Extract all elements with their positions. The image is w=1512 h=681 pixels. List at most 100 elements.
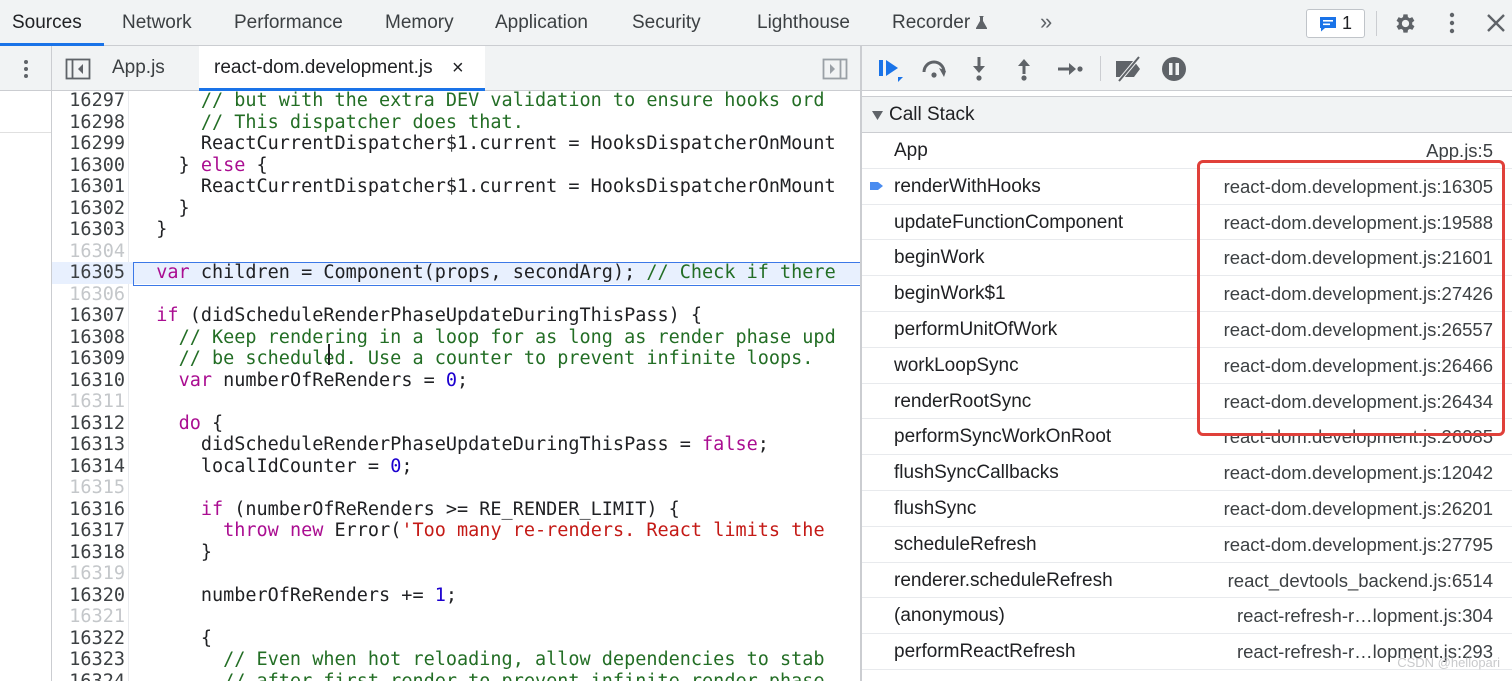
tab-application[interactable]: Application (495, 0, 588, 46)
step-out-icon[interactable] (1012, 55, 1036, 83)
file-tab-app-js[interactable]: App.js (112, 46, 165, 91)
step-over-icon[interactable] (920, 55, 950, 83)
line-number[interactable]: 16308 (52, 327, 125, 349)
call-stack-header[interactable]: Call Stack (862, 96, 1512, 133)
code-line[interactable]: 16312 do { (52, 413, 860, 435)
code-line[interactable]: 16316 if (numberOfReRenders >= RE_RENDER… (52, 499, 860, 521)
step-into-icon[interactable] (967, 55, 991, 83)
navigator-pane (0, 46, 52, 681)
line-number[interactable]: 16304 (52, 241, 125, 263)
pause-on-exceptions-icon[interactable] (1160, 55, 1188, 83)
code-line[interactable]: 16313 didScheduleRenderPhaseUpdateDuring… (52, 434, 860, 456)
code-editor[interactable]: 16297 // but with the extra DEV validati… (52, 91, 860, 681)
line-number[interactable]: 16322 (52, 628, 125, 650)
line-number[interactable]: 16317 (52, 520, 125, 542)
line-number[interactable]: 16310 (52, 370, 125, 392)
code-line[interactable]: 16297 // but with the extra DEV validati… (52, 91, 860, 112)
code-line[interactable]: 16310 var numberOfReRenders = 0; (52, 370, 860, 392)
line-number[interactable]: 16321 (52, 606, 125, 628)
code-line[interactable]: 16324 // after first render to prevent i… (52, 671, 860, 681)
tab-security[interactable]: Security (632, 0, 701, 46)
code-line[interactable]: 16304 (52, 241, 860, 263)
line-number[interactable]: 16305 (52, 262, 125, 284)
code-line[interactable]: 16298 // This dispatcher does that. (52, 112, 860, 134)
code-line[interactable]: 16300 } else { (52, 155, 860, 177)
tab-recorder[interactable]: Recorder (892, 0, 988, 46)
tab-network[interactable]: Network (122, 0, 192, 46)
call-frame[interactable]: (anonymous) react-refresh-r…lopment.js:30… (862, 598, 1512, 635)
kebab-icon[interactable] (17, 58, 35, 80)
code-line[interactable]: 16322 { (52, 628, 860, 650)
line-number[interactable]: 16298 (52, 112, 125, 134)
line-number[interactable]: 16316 (52, 499, 125, 521)
close-icon[interactable] (1485, 12, 1507, 34)
line-number[interactable]: 16324 (52, 671, 125, 681)
code-line[interactable]: 16306 (52, 284, 860, 306)
code-line[interactable]: 16319 (52, 563, 860, 585)
line-number[interactable]: 16312 (52, 413, 125, 435)
code-line-current[interactable]: 16305 var children = Component(props, se… (52, 262, 860, 285)
file-tab-react-dom[interactable]: react-dom.development.js (214, 46, 433, 91)
code-line[interactable]: 16308 // Keep rendering in a loop for as… (52, 327, 860, 349)
tab-lighthouse[interactable]: Lighthouse (757, 0, 850, 46)
kebab-icon[interactable] (1440, 11, 1464, 35)
line-number[interactable]: 16323 (52, 649, 125, 671)
more-tabs-button[interactable]: » (1040, 0, 1052, 46)
call-frame[interactable]: renderer.scheduleRefresh react_devtools_b… (862, 562, 1512, 599)
code-line[interactable]: 16309 // be scheduled. Use a counter to … (52, 348, 860, 370)
resume-icon[interactable] (876, 55, 906, 83)
call-frame[interactable]: scheduleRefresh react-dom.development.js:… (862, 526, 1512, 563)
issues-button[interactable]: 1 (1306, 9, 1365, 38)
code-token: ; (445, 584, 458, 606)
code-line[interactable]: 16318 } (52, 542, 860, 564)
call-frame[interactable]: flushSync react-dom.development.js:26201 (862, 491, 1512, 527)
gear-icon[interactable] (1393, 11, 1418, 36)
line-number[interactable]: 16307 (52, 305, 125, 327)
line-number[interactable]: 16315 (52, 477, 125, 499)
code-line[interactable]: 16320 numberOfReRenders += 1; (52, 585, 860, 607)
line-number[interactable]: 16313 (52, 434, 125, 456)
code-line[interactable]: 16303 } (52, 219, 860, 241)
step-icon[interactable] (1056, 55, 1084, 83)
code-line[interactable]: 16311 (52, 391, 860, 413)
code-line[interactable]: 16301 ReactCurrentDispatcher$1.current =… (52, 176, 860, 198)
line-number[interactable]: 16301 (52, 176, 125, 198)
call-frame-location-link[interactable]: react-dom.development.js:26201 (1224, 491, 1493, 526)
tab-sources[interactable]: Sources (12, 0, 82, 46)
code-line[interactable]: 16307 if (didScheduleRenderPhaseUpdateDu… (52, 305, 860, 327)
tab-memory[interactable]: Memory (385, 0, 454, 46)
deactivate-breakpoints-icon[interactable] (1113, 55, 1145, 83)
call-frame-location-link[interactable]: react-dom.development.js:12042 (1224, 455, 1493, 490)
code-line[interactable]: 16323 // Even when hot reloading, allow … (52, 649, 860, 671)
call-frame-location-link[interactable]: react-refresh-r…lopment.js:304 (1237, 598, 1493, 633)
tab-performance[interactable]: Performance (234, 0, 343, 46)
line-number[interactable]: 16306 (52, 284, 125, 306)
line-number[interactable]: 16318 (52, 542, 125, 564)
code-line[interactable]: 16299 ReactCurrentDispatcher$1.current =… (52, 133, 860, 155)
code-token: var (156, 262, 190, 283)
code-token: 'Too many re-renders. React limits the (401, 520, 825, 541)
toggle-navigator-icon[interactable] (65, 57, 91, 81)
code-line[interactable]: 16302 } (52, 198, 860, 220)
line-number[interactable]: 16299 (52, 133, 125, 155)
line-number[interactable]: 16320 (52, 585, 125, 607)
line-number[interactable]: 16311 (52, 391, 125, 413)
call-frame-name: workLoopSync (894, 354, 1019, 376)
code-line[interactable]: 16315 (52, 477, 860, 499)
code-token: (numberOfReRenders >= RE_RENDER_LIMIT) { (223, 498, 680, 520)
line-number[interactable]: 16300 (52, 155, 125, 177)
line-number[interactable]: 16302 (52, 198, 125, 220)
call-frame[interactable]: flushSyncCallbacks react-dom.development.… (862, 455, 1512, 491)
line-number[interactable]: 16297 (52, 91, 125, 112)
call-frame-location-link[interactable]: react-dom.development.js:27795 (1224, 527, 1493, 562)
close-file-tab-button[interactable]: × (452, 46, 464, 91)
call-frame-location-link[interactable]: react_devtools_backend.js:6514 (1228, 563, 1493, 598)
line-number[interactable]: 16309 (52, 348, 125, 370)
toggle-debugger-icon[interactable] (822, 57, 848, 81)
code-line[interactable]: 16321 (52, 606, 860, 628)
code-line[interactable]: 16317 throw new Error('Too many re-rende… (52, 520, 860, 542)
line-number[interactable]: 16303 (52, 219, 125, 241)
line-number[interactable]: 16314 (52, 456, 125, 478)
line-number[interactable]: 16319 (52, 563, 125, 585)
code-line[interactable]: 16314 localIdCounter = 0; (52, 456, 860, 478)
